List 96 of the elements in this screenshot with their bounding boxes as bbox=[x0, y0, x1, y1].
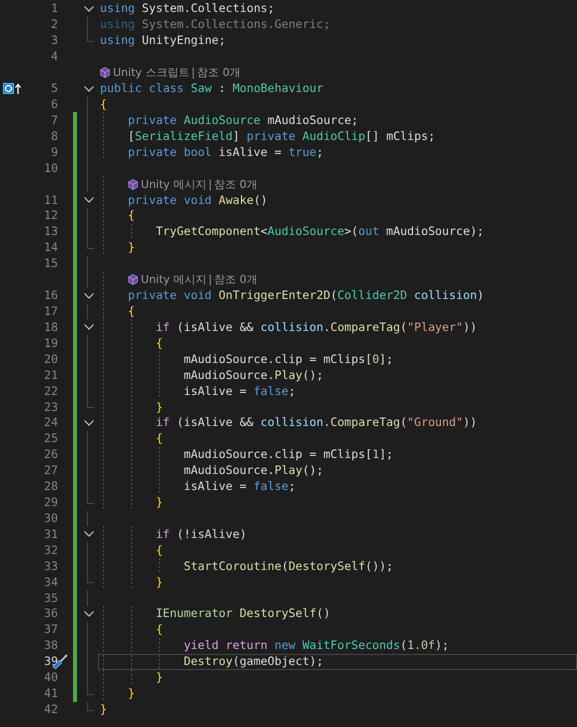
line-number: 36 bbox=[43, 606, 58, 622]
line-number: 23 bbox=[43, 400, 58, 414]
collapse-chevron-icon[interactable] bbox=[84, 610, 94, 617]
line-number: 4 bbox=[50, 49, 58, 64]
code-line: { bbox=[128, 304, 135, 319]
code-line: IEnumerator DestorySelf() bbox=[156, 606, 330, 622]
codelens-link[interactable]: 참조 0개 bbox=[214, 272, 258, 288]
code-line: public class Saw : MonoBehaviour bbox=[100, 81, 324, 96]
line-number: 30 bbox=[43, 510, 58, 526]
code-line: if (isAlive && collision.CompareTag("Player")) bbox=[156, 320, 477, 335]
line-number: 12 bbox=[43, 208, 58, 224]
collapse-chevron-icon[interactable] bbox=[84, 6, 94, 12]
codelens-link[interactable]: Unity 메시지 bbox=[140, 272, 206, 288]
collapse-chevron-icon[interactable] bbox=[84, 86, 94, 92]
code-line: [SerializeField] private AudioClip[] mClips; bbox=[128, 128, 436, 144]
line-number: 24 bbox=[43, 415, 58, 430]
code-line: TryGetComponent<AudioSource>(out mAudioSource); bbox=[156, 224, 484, 240]
line-number: 6 bbox=[50, 96, 58, 112]
line-number: 27 bbox=[43, 463, 58, 478]
code-line: { bbox=[156, 622, 163, 638]
code-line: using System.Collections; bbox=[100, 1, 275, 16]
code-line: using System.Collections.Generic; bbox=[100, 17, 330, 32]
line-number: 20 bbox=[43, 352, 58, 367]
code-line: private void OnTriggerEnter2D(Collider2D collision) bbox=[128, 288, 484, 304]
code-line: StartCoroutine(DestorySelf()); bbox=[184, 558, 394, 574]
line-number: 42 bbox=[43, 702, 58, 718]
line-number: 7 bbox=[50, 112, 58, 128]
line-number: 16 bbox=[43, 288, 58, 304]
line-number: 25 bbox=[43, 431, 58, 446]
code-line: using UnityEngine; bbox=[100, 33, 226, 48]
implementation-icon[interactable] bbox=[3, 82, 23, 95]
line-number: 29 bbox=[43, 495, 58, 510]
collapse-chevron-icon[interactable] bbox=[84, 324, 94, 330]
code-line: mAudioSource.Play(); bbox=[184, 368, 324, 383]
collapse-chevron-icon[interactable] bbox=[84, 197, 94, 204]
line-number: 1 bbox=[50, 1, 58, 16]
code-line: mAudioSource.clip = mClips[1]; bbox=[184, 447, 394, 462]
code-line: mAudioSource.clip = mClips[0]; bbox=[184, 352, 394, 367]
code-line: private AudioSource mAudioSource; bbox=[128, 112, 358, 128]
collapse-chevron-icon[interactable] bbox=[84, 292, 94, 299]
code-line: yield return new WaitForSeconds(1.0f); bbox=[184, 638, 449, 654]
code-line: private bool isAlive = true; bbox=[128, 144, 324, 160]
line-number: 18 bbox=[43, 320, 58, 335]
code-line: { bbox=[156, 542, 163, 558]
code-line: } bbox=[156, 400, 163, 414]
line-number: 22 bbox=[43, 384, 58, 399]
code-line: { bbox=[156, 431, 163, 446]
line-number: 26 bbox=[43, 447, 58, 462]
code-line: } bbox=[128, 240, 135, 256]
code-line: mAudioSource.Play(); bbox=[184, 463, 324, 478]
collapse-chevron-icon[interactable] bbox=[84, 531, 94, 538]
line-number: 3 bbox=[50, 33, 58, 48]
code-line: { bbox=[128, 208, 135, 224]
line-number: 11 bbox=[43, 192, 58, 208]
line-number: 35 bbox=[43, 590, 58, 606]
line-number: 31 bbox=[43, 526, 58, 542]
line-number: 40 bbox=[43, 670, 58, 686]
collapse-chevron-icon[interactable] bbox=[84, 420, 94, 426]
line-number: 17 bbox=[43, 304, 58, 319]
line-number: 37 bbox=[43, 622, 58, 638]
line-number: 21 bbox=[43, 368, 58, 383]
code-line: { bbox=[156, 336, 163, 351]
code-line: isAlive = false; bbox=[184, 479, 296, 494]
line-number: 38 bbox=[43, 638, 58, 654]
code-line: if (!isAlive) bbox=[156, 526, 247, 542]
line-number: 2 bbox=[50, 17, 58, 32]
line-number: 8 bbox=[50, 128, 58, 144]
code-line: } bbox=[156, 495, 163, 510]
code-line: } bbox=[100, 702, 107, 718]
line-number: 28 bbox=[43, 479, 58, 494]
codelens-separator: | bbox=[208, 273, 212, 286]
line-number: 34 bbox=[43, 574, 58, 590]
codelens-link[interactable]: Unity 스크립트 bbox=[113, 65, 190, 80]
line-number: 10 bbox=[43, 160, 58, 176]
code-line: private void Awake() bbox=[128, 192, 268, 208]
code-line: { bbox=[100, 96, 107, 112]
line-number: 13 bbox=[43, 224, 58, 240]
line-number: 41 bbox=[43, 686, 58, 702]
code-line: if (isAlive && collision.CompareTag("Ground")) bbox=[156, 415, 477, 430]
line-number: 5 bbox=[50, 81, 58, 96]
code-line: } bbox=[128, 686, 135, 702]
code-line: } bbox=[156, 670, 163, 686]
code-line: } bbox=[156, 574, 163, 590]
line-number: 32 bbox=[43, 542, 58, 558]
line-number: 9 bbox=[50, 144, 58, 160]
line-number: 15 bbox=[43, 256, 58, 272]
codelens-link[interactable]: Unity 메시지 bbox=[140, 176, 206, 192]
codelens-separator: | bbox=[208, 178, 212, 191]
codelens-link[interactable]: 참조 0개 bbox=[197, 65, 241, 80]
codelens-separator: | bbox=[191, 66, 196, 80]
code-line: Destroy(gameObject); bbox=[184, 654, 324, 670]
code-line: isAlive = false; bbox=[184, 384, 296, 399]
line-number: 33 bbox=[43, 558, 58, 574]
line-number: 19 bbox=[43, 336, 58, 351]
codelens-link[interactable]: 참조 0개 bbox=[214, 176, 258, 192]
line-number: 14 bbox=[43, 240, 58, 256]
